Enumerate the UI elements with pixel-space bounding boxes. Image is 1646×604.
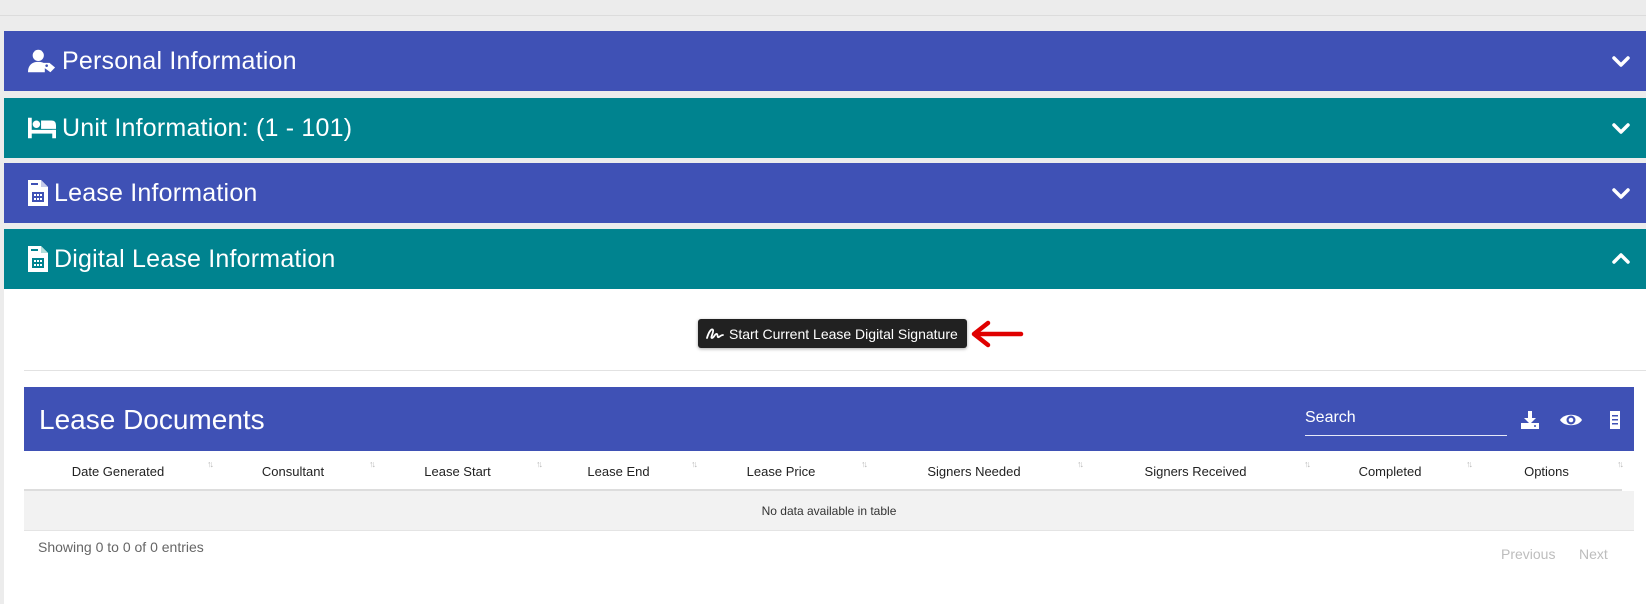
- chevron-down-icon[interactable]: [1610, 117, 1632, 139]
- file-invoice-icon: [28, 179, 48, 207]
- sort-icon: ↑↓: [1617, 459, 1624, 469]
- column-lease-price[interactable]: Lease Price ↑↓: [696, 451, 868, 491]
- columns-icon[interactable]: [1602, 407, 1628, 433]
- chevron-down-icon[interactable]: [1610, 50, 1632, 72]
- signature-icon: [706, 328, 724, 339]
- column-lease-end[interactable]: Lease End ↑↓: [541, 451, 698, 491]
- panel-title: Personal Information: [62, 46, 297, 75]
- red-arrow-icon: [971, 320, 1024, 348]
- eye-icon[interactable]: [1558, 407, 1584, 433]
- signature-button-label: Start Current Lease Digital Signature: [729, 325, 958, 342]
- pagination-next[interactable]: Next: [1579, 546, 1608, 562]
- lease-documents-title: Lease Documents: [39, 404, 265, 435]
- column-consultant[interactable]: Consultant ↑↓: [212, 451, 376, 491]
- lease-documents-toolbar: Lease Documents Search: [24, 387, 1634, 451]
- user-tag-icon: [28, 47, 56, 75]
- search-input[interactable]: Search: [1305, 407, 1507, 436]
- pagination-previous[interactable]: Previous: [1501, 546, 1555, 562]
- column-options[interactable]: Options ↑↓: [1471, 451, 1624, 491]
- panel-personal-information[interactable]: Personal Information: [4, 31, 1646, 91]
- panel-unit-information[interactable]: Unit Information: (1 - 101): [4, 98, 1646, 158]
- panel-title: Lease Information: [54, 178, 258, 207]
- panel-title: Digital Lease Information: [54, 244, 336, 273]
- chevron-up-icon[interactable]: [1610, 248, 1632, 270]
- table-info: Showing 0 to 0 of 0 entries: [38, 539, 204, 555]
- panel-digital-lease-information[interactable]: Digital Lease Information: [4, 229, 1646, 289]
- column-lease-start[interactable]: Lease Start ↑↓: [374, 451, 543, 491]
- start-digital-signature-button[interactable]: Start Current Lease Digital Signature: [698, 319, 967, 348]
- top-divider: [0, 15, 1646, 16]
- section-divider: [24, 370, 1646, 371]
- column-signers-needed[interactable]: Signers Needed ↑↓: [866, 451, 1084, 491]
- file-invoice-icon: [28, 245, 48, 273]
- table-header: Date Generated ↑↓ Consultant ↑↓ Lease Star…: [24, 451, 1624, 491]
- panel-lease-information[interactable]: Lease Information: [4, 163, 1646, 223]
- bed-icon: [28, 114, 56, 142]
- chevron-down-icon[interactable]: [1610, 182, 1632, 204]
- download-icon[interactable]: [1517, 407, 1543, 433]
- column-signers-received[interactable]: Signers Received ↑↓: [1082, 451, 1311, 491]
- column-date-generated[interactable]: Date Generated ↑↓: [24, 451, 214, 491]
- column-completed[interactable]: Completed ↑↓: [1309, 451, 1473, 491]
- panel-title: Unit Information: (1 - 101): [62, 113, 353, 142]
- empty-table-message: No data available in table: [24, 491, 1634, 531]
- digital-lease-content: Start Current Lease Digital Signature Le…: [4, 289, 1646, 604]
